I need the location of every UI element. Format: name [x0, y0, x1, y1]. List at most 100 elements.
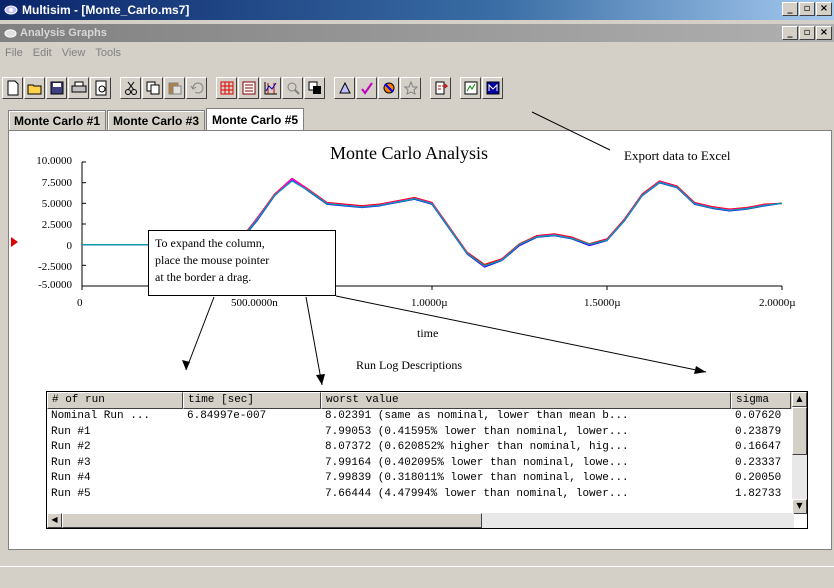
y-tick-label: 10.0000 [36, 155, 72, 167]
x-tick-label: 0 [77, 297, 83, 309]
export-excel-icon[interactable] [430, 77, 451, 99]
new-icon[interactable] [2, 77, 23, 99]
child-window-title: Analysis Graphs [20, 27, 107, 39]
cursors-icon[interactable] [260, 77, 281, 99]
table-row[interactable]: Run #1 7.99053 (0.41595% lower than nomi… [47, 425, 791, 441]
select-traces-icon[interactable] [334, 77, 355, 99]
tab-monte-carlo-3[interactable]: Monte Carlo #3 [107, 110, 206, 130]
zoom-restore-icon[interactable] [400, 77, 421, 99]
window-titlebar: Multisim - [Monte_Carlo.ms7] _ ▫ × [0, 0, 834, 20]
reverse-colors-icon[interactable] [356, 77, 377, 99]
toolbar [2, 75, 504, 101]
table-row[interactable]: Run #4 7.99839 (0.318011% lower than nom… [47, 471, 791, 487]
child-minimize-button[interactable]: _ [782, 26, 798, 40]
paste-icon[interactable] [164, 77, 185, 99]
tab-monte-carlo-5[interactable]: Monte Carlo #5 [206, 108, 305, 131]
menubar: File Edit View Tools [0, 44, 834, 62]
table-row[interactable]: Run #2 8.07372 (0.620852% higher than no… [47, 440, 791, 456]
run-log-table: # of run time [sec] worst value sigma No… [46, 391, 808, 529]
y-tick-label: -2.5000 [38, 261, 72, 273]
note-line: at the border a drag. [155, 270, 252, 284]
cell-sigma: 1.82733 [735, 487, 782, 500]
x-tick-label: 500.0000n [231, 297, 278, 309]
table-row[interactable]: Run #5 7.66444 (4.47994% lower than nomi… [47, 487, 791, 503]
note-line: To expand the column, [155, 236, 265, 250]
cell-time [183, 456, 321, 472]
column-header-sigma[interactable]: sigma [731, 392, 791, 409]
maximize-button[interactable]: ▫ [799, 2, 815, 16]
y-tick-label: 0 [66, 240, 73, 252]
y-tick-label: 2.5000 [41, 219, 72, 231]
horizontal-scrollbar[interactable]: ◀ [47, 513, 794, 528]
grid-icon[interactable] [216, 77, 237, 99]
cell-worst-value: 8.07372 (0.620852% higher than nominal, … [325, 441, 629, 454]
menu-file[interactable]: File [4, 47, 24, 59]
cell-sigma: 0.16647 [735, 441, 782, 454]
cell-sigma: 0.20050 [735, 472, 782, 485]
minimize-button[interactable]: _ [782, 2, 798, 16]
close-button[interactable]: × [816, 2, 832, 16]
cell-run: Nominal Run ... [51, 410, 151, 422]
copy-icon[interactable] [142, 77, 163, 99]
scroll-up-arrow-icon[interactable]: ▲ [792, 392, 807, 407]
undo-icon[interactable] [186, 77, 207, 99]
child-maximize-button[interactable]: ▫ [799, 26, 815, 40]
open-icon[interactable] [24, 77, 45, 99]
export-mathcad-icon[interactable] [460, 77, 481, 99]
scroll-left-arrow-icon[interactable]: ◀ [47, 513, 62, 528]
save-icon[interactable] [46, 77, 67, 99]
run-log-title: Run Log Descriptions [356, 358, 462, 372]
note-line: place the mouse pointer [155, 253, 270, 267]
export-lvm-icon[interactable] [482, 77, 503, 99]
cell-time [183, 440, 321, 456]
analysis-graphs-icon [4, 28, 17, 38]
column-header-time[interactable]: time [sec] [183, 392, 321, 409]
y-tick-label: 5.0000 [41, 198, 72, 210]
cell-worst-value: 8.02391 (same as nominal, lower than mea… [325, 410, 629, 422]
menu-tools[interactable]: Tools [94, 47, 122, 59]
column-resize-note: To expand the column, place the mouse po… [148, 230, 336, 296]
child-close-button[interactable]: × [816, 26, 832, 40]
table-row[interactable]: Run #3 7.99164 (0.402095% lower than nom… [47, 456, 791, 472]
table-header: # of run time [sec] worst value sigma [47, 392, 807, 409]
cell-run: Run #1 [51, 425, 91, 438]
zoom-icon[interactable] [282, 77, 303, 99]
cell-run: Run #4 [51, 472, 91, 485]
cell-time [183, 425, 321, 441]
x-tick-label: 1.0000µ [411, 297, 448, 309]
cell-sigma: 0.23879 [735, 425, 782, 438]
cell-worst-value: 7.66444 (4.47994% lower than nominal, lo… [325, 487, 629, 500]
horizontal-scroll-thumb[interactable] [62, 513, 482, 528]
overlay-icon[interactable] [304, 77, 325, 99]
print-preview-icon[interactable] [90, 77, 111, 99]
cell-sigma: 0.23337 [735, 456, 782, 469]
print-icon[interactable] [68, 77, 89, 99]
properties-icon[interactable] [378, 77, 399, 99]
cell-time: 6.84997e-007 [187, 410, 267, 422]
column-header-worst-value[interactable]: worst value [321, 392, 731, 409]
tab-monte-carlo-1[interactable]: Monte Carlo #1 [8, 110, 107, 130]
cell-worst-value: 7.99839 (0.318011% lower than nominal, l… [325, 472, 629, 485]
chart-title: Monte Carlo Analysis [330, 143, 488, 163]
y-tick-label: -5.0000 [38, 279, 72, 291]
table-row[interactable]: Nominal Run ... 6.84997e-007 8.02391 (sa… [47, 409, 791, 425]
window-title: Multisim - [Monte_Carlo.ms7] [22, 3, 190, 17]
table-body: Nominal Run ... 6.84997e-007 8.02391 (sa… [47, 409, 791, 503]
export-callout-text: Export data to Excel [624, 148, 731, 163]
vertical-scrollbar[interactable]: ▲ ▼ [792, 392, 807, 514]
multisim-app-icon [4, 5, 18, 15]
vertical-scroll-thumb[interactable] [792, 407, 807, 455]
graph-tabs: Monte Carlo #1 Monte Carlo #3 Monte Carl… [8, 108, 305, 131]
menu-edit[interactable]: Edit [32, 47, 53, 59]
cell-time [183, 471, 321, 487]
y-tick-label: 7.5000 [41, 177, 72, 189]
child-window-titlebar: Analysis Graphs _ ▫ × [0, 24, 834, 42]
cut-icon[interactable] [120, 77, 141, 99]
x-tick-label: 1.5000µ [584, 297, 621, 309]
legend-icon[interactable] [238, 77, 259, 99]
cell-worst-value: 7.99164 (0.402095% lower than nominal, l… [325, 456, 629, 469]
menu-view[interactable]: View [61, 47, 87, 59]
cell-sigma: 0.07620 [735, 410, 782, 422]
column-header-run[interactable]: # of run [47, 392, 183, 409]
scroll-down-arrow-icon[interactable]: ▼ [792, 499, 807, 514]
